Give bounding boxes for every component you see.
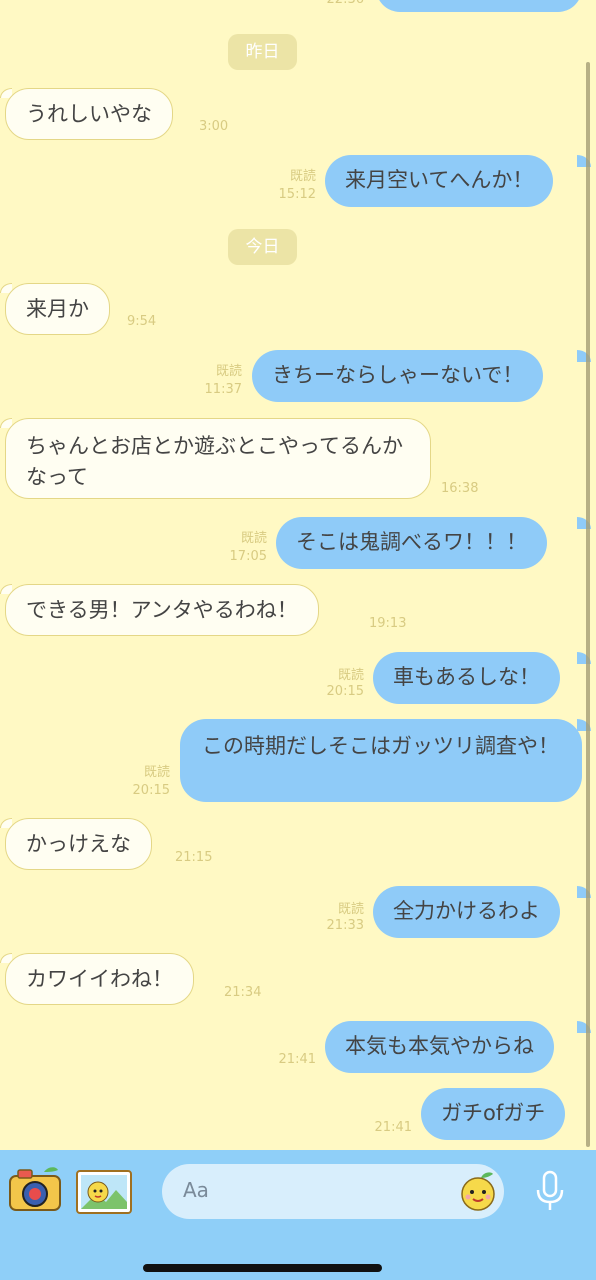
- message-bubble-incoming[interactable]: かっけえな: [5, 818, 152, 870]
- message-bubble-incoming[interactable]: カワイイわね！: [5, 953, 194, 1005]
- message-time: 22:36: [318, 0, 364, 8]
- message-bubble-incoming[interactable]: うれしいやな: [5, 88, 173, 140]
- message-bubble-outgoing[interactable]: そこは鬼調べるワ！！！: [276, 517, 547, 569]
- message-bubble-outgoing[interactable]: 来月空いてへんか！: [325, 155, 554, 207]
- message-time: 20:15: [326, 684, 364, 699]
- message-bubble-outgoing[interactable]: [376, 0, 582, 12]
- message-time: 9:54: [127, 314, 157, 329]
- read-receipt: 既読: [337, 902, 364, 917]
- message-bubble-outgoing[interactable]: 車もあるしな！: [373, 652, 560, 704]
- message-time: 21:41: [374, 1120, 412, 1135]
- message-time: 19:13: [369, 616, 407, 631]
- message-input[interactable]: [162, 1164, 504, 1219]
- message-bubble-incoming[interactable]: 来月か: [5, 283, 110, 335]
- message-time: 21:41: [278, 1052, 316, 1067]
- message-bubble-outgoing[interactable]: この時期だしそこはガッツリ調査や！: [180, 719, 582, 802]
- emoji-icon[interactable]: [459, 1170, 497, 1212]
- date-separator: 今日: [228, 229, 297, 265]
- home-indicator: [143, 1264, 382, 1272]
- message-time: 11:37: [204, 382, 242, 397]
- read-receipt: 既読: [143, 765, 170, 780]
- scrollbar[interactable]: [586, 62, 590, 1147]
- message-time: 20:15: [132, 783, 170, 798]
- date-separator: 昨日: [228, 34, 297, 70]
- read-receipt: 既読: [215, 364, 242, 379]
- message-bubble-outgoing[interactable]: きちーならしゃーないで！: [252, 350, 544, 402]
- message-time: 15:12: [278, 187, 316, 202]
- message-time: 21:15: [175, 850, 213, 865]
- message-time: 3:00: [199, 119, 229, 134]
- message-bubble-incoming[interactable]: できる男！アンタやるわね！: [5, 584, 319, 636]
- photo-icon[interactable]: [76, 1170, 132, 1214]
- message-bubble-outgoing[interactable]: ガチofガチ: [421, 1088, 566, 1140]
- message-bubble-outgoing[interactable]: 全力かけるわよ: [373, 886, 560, 938]
- camera-icon[interactable]: [8, 1164, 62, 1212]
- microphone-icon[interactable]: [535, 1170, 565, 1212]
- read-receipt: 既読: [289, 169, 316, 184]
- message-time: 21:34: [224, 985, 262, 1000]
- read-receipt: 既読: [337, 668, 364, 683]
- read-receipt: 既読: [240, 531, 267, 546]
- message-input-placeholder: Aa: [183, 1178, 209, 1202]
- message-bubble-outgoing[interactable]: 本気も本気やからね: [325, 1021, 554, 1073]
- message-time: 21:33: [326, 918, 364, 933]
- message-time: 17:05: [229, 549, 267, 564]
- chat-area[interactable]: 22:36 昨日 うれしいやな 3:00 既読 15:12 来月空いてへんか！ …: [0, 0, 596, 1150]
- message-time: 16:38: [441, 481, 479, 496]
- message-bubble-incoming[interactable]: ちゃんとお店とか遊ぶとこやってるんかなって: [5, 418, 431, 499]
